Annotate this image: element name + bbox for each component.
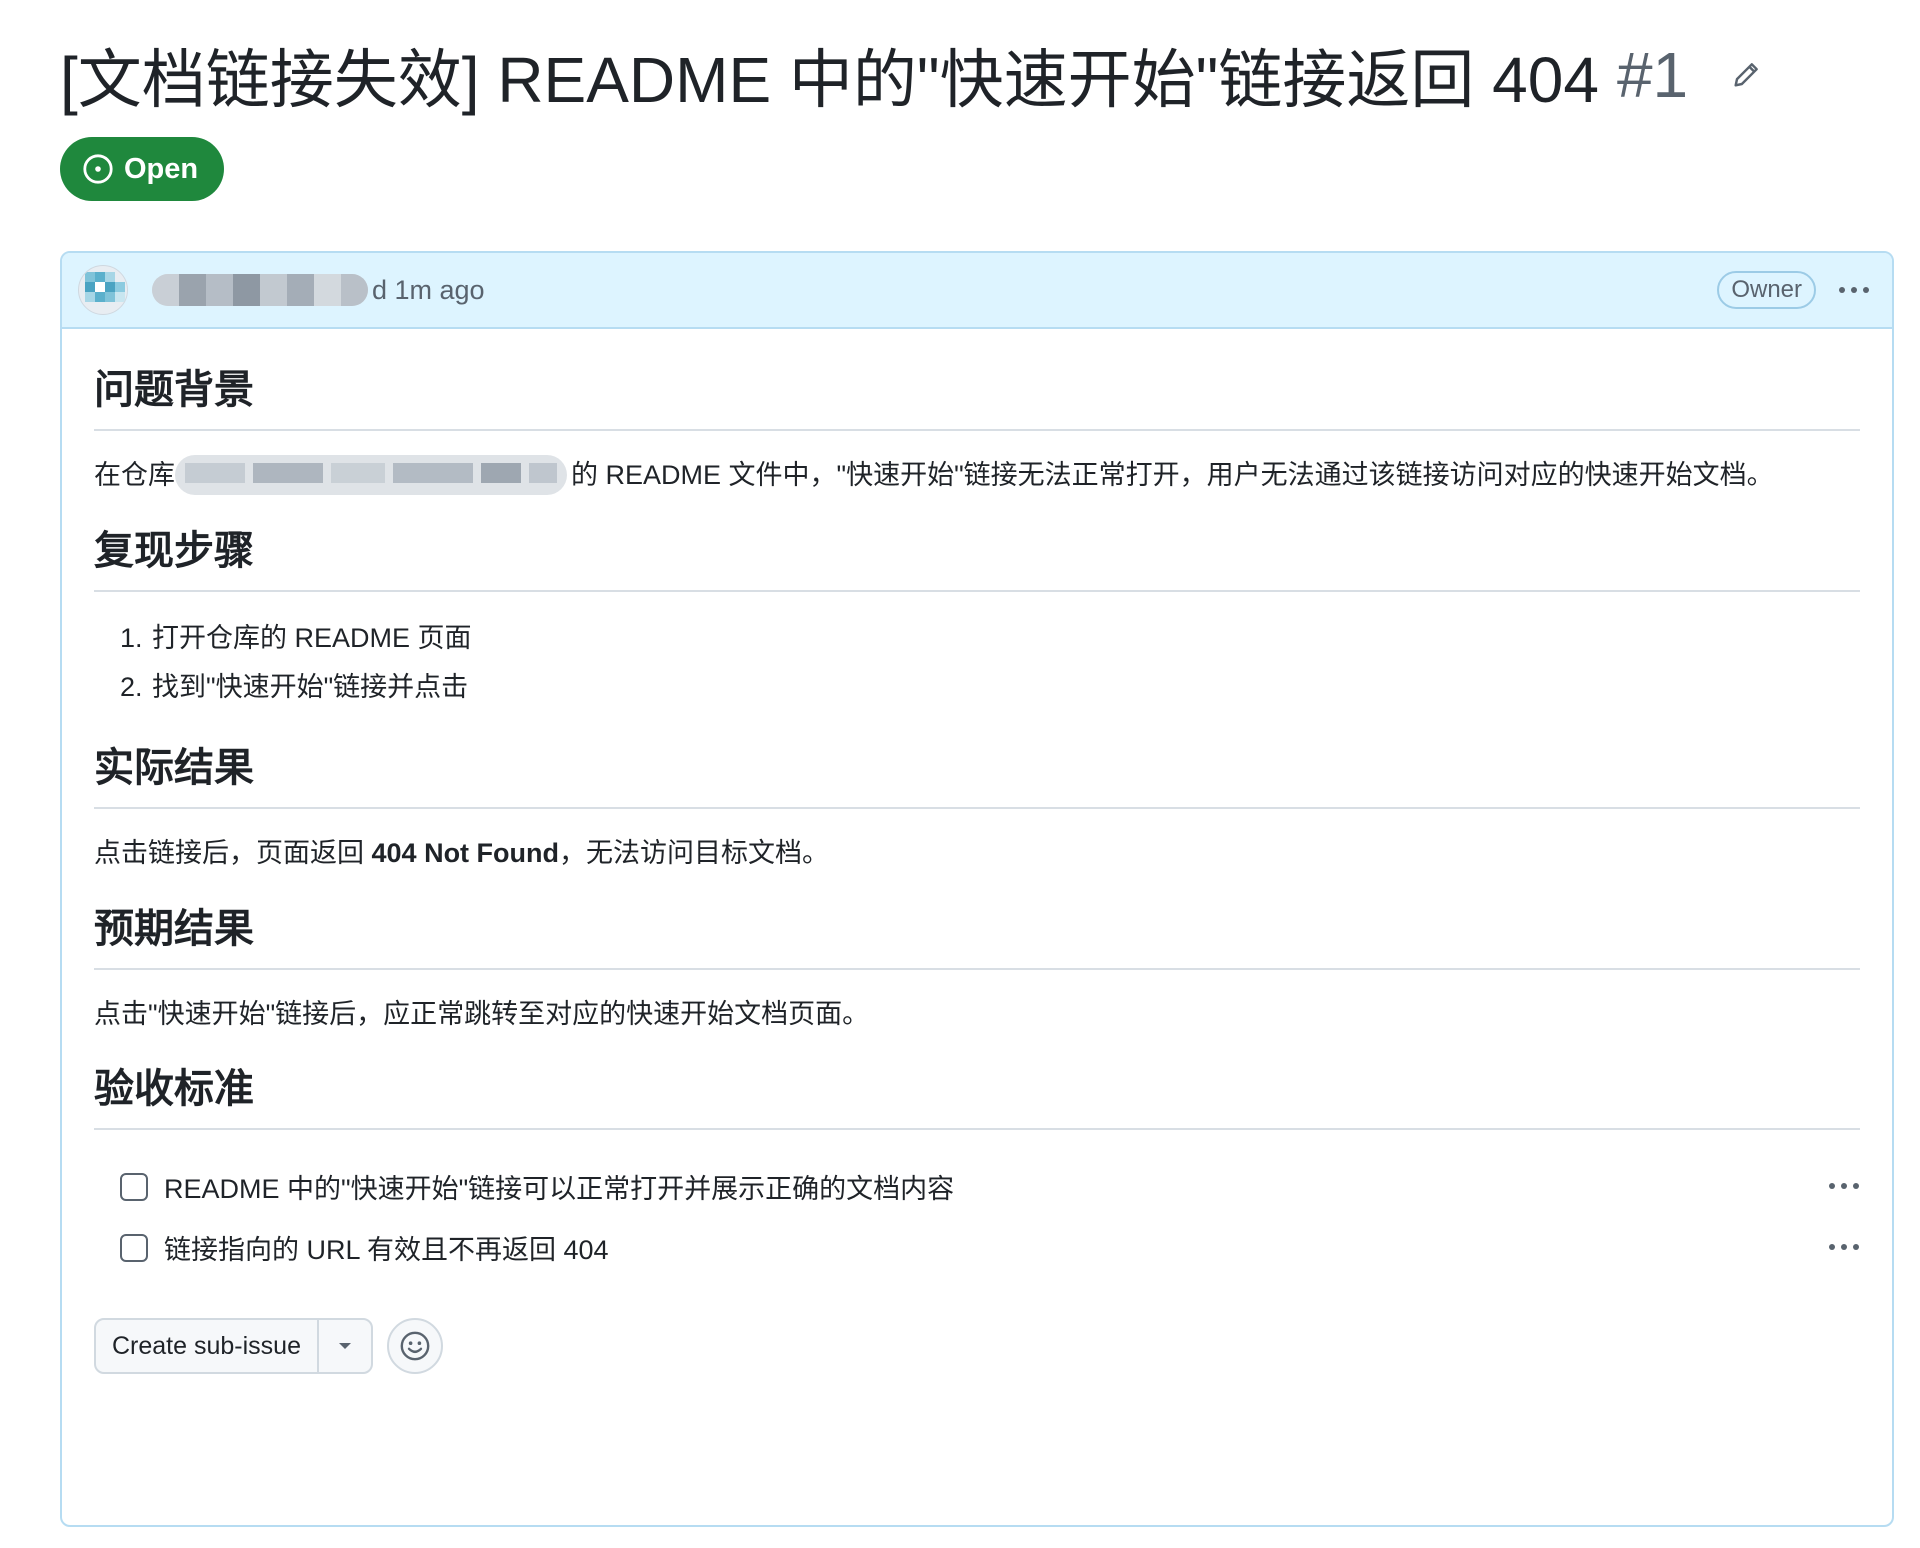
create-subissue-button[interactable]: Create sub-issue	[96, 1320, 319, 1373]
issue-state-row: Open	[60, 137, 1894, 260]
section-repro-steps: 复现步骤 打开仓库的 README 页面 找到"快速开始"链接并点击	[94, 526, 1860, 714]
section-actual-result: 实际结果 点击链接后，页面返回 404 Not Found，无法访问目标文档。	[94, 743, 1860, 874]
paragraph-bold-text: 404 Not Found	[371, 838, 560, 869]
section-paragraph: 在仓库 的 README 文件中，"快速开始"链接无法正常打开，用户无法通过该链接…	[94, 454, 1860, 496]
issue-title-row: [文档链接失效] README 中的"快速开始"链接返回 404 #1	[60, 0, 1894, 150]
section-heading: 实际结果	[94, 743, 1860, 810]
comment-header: d 1m ago Owner	[62, 253, 1892, 329]
edit-title-button[interactable]	[1724, 53, 1768, 97]
issue-opened-icon	[83, 154, 113, 184]
issue-number: #1	[1616, 39, 1689, 111]
task-menu-button[interactable]	[1822, 1229, 1866, 1265]
list-item: 打开仓库的 README 页面	[150, 614, 1860, 664]
kebab-horizontal-icon	[1839, 287, 1869, 293]
section-paragraph: 点击链接后，页面返回 404 Not Found，无法访问目标文档。	[94, 833, 1860, 874]
paragraph-text: 在仓库	[94, 460, 175, 490]
comment-menu-button[interactable]	[1832, 272, 1876, 308]
section-background: 问题背景 在仓库 的 README 文件中，"快速开始"链接无法正常打开，用户无法…	[94, 365, 1860, 496]
section-heading: 验收标准	[94, 1064, 1860, 1131]
list-item: 找到"快速开始"链接并点击	[150, 663, 1860, 713]
comment-timestamp[interactable]: d 1m ago	[372, 275, 485, 306]
issue-title: [文档链接失效] README 中的"快速开始"链接返回 404	[60, 44, 1599, 116]
task-label: 链接指向的 URL 有效且不再返回 404	[164, 1235, 609, 1266]
task-menu-button[interactable]	[1822, 1168, 1866, 1204]
avatar[interactable]	[78, 265, 128, 315]
section-paragraph: 点击"快速开始"链接后，应正常跳转至对应的快速开始文档页面。	[94, 998, 870, 1029]
task-list: README 中的"快速开始"链接可以正常打开并展示正确的文档内容 链接指向的 …	[94, 1156, 1860, 1278]
paragraph-text: 点击链接后，页面返回	[94, 838, 372, 869]
state-badge: Open	[60, 137, 225, 201]
paragraph-text: 的 README 文件中，"快速开始"链接无法正常打开，用户无法通过该链接访问对…	[571, 460, 1774, 490]
task-checkbox[interactable]	[120, 1172, 148, 1201]
section-heading: 问题背景	[94, 365, 1860, 431]
section-heading: 预期结果	[94, 904, 1860, 970]
issue-comment: d 1m ago Owner 问题背景 在仓库 的 README 文件中，"快速开…	[60, 251, 1894, 1527]
kebab-horizontal-icon	[1829, 1183, 1859, 1190]
smiley-icon	[400, 1331, 430, 1361]
create-subissue-group: Create sub-issue	[94, 1318, 373, 1375]
paragraph-text: ，无法访问目标文档。	[559, 838, 830, 869]
author-name-redacted	[152, 274, 368, 306]
task-label: README 中的"快速开始"链接可以正常打开并展示正确的文档内容	[164, 1174, 955, 1205]
add-reaction-button[interactable]	[386, 1318, 443, 1375]
task-list-item: README 中的"快速开始"链接可以正常打开并展示正确的文档内容	[94, 1156, 1860, 1217]
comment-header-actions: Owner	[1717, 271, 1876, 309]
steps-list: 打开仓库的 README 页面 找到"快速开始"链接并点击	[94, 614, 1860, 714]
section-acceptance-criteria: 验收标准 README 中的"快速开始"链接可以正常打开并展示正确的文档内容 链…	[94, 1064, 1860, 1278]
comment-body: 问题背景 在仓库 的 README 文件中，"快速开始"链接无法正常打开，用户无法…	[62, 329, 1892, 1375]
section-expected-result: 预期结果 点击"快速开始"链接后，应正常跳转至对应的快速开始文档页面。	[94, 904, 1860, 1035]
triangle-down-icon	[338, 1343, 351, 1350]
task-list-item: 链接指向的 URL 有效且不再返回 404	[94, 1217, 1860, 1278]
task-checkbox[interactable]	[120, 1233, 148, 1262]
create-subissue-dropdown[interactable]	[319, 1320, 371, 1372]
section-heading: 复现步骤	[94, 526, 1860, 592]
issue-page: [文档链接失效] README 中的"快速开始"链接返回 404 #1 Open	[0, 0, 1920, 1548]
repository-name-redacted	[175, 454, 567, 495]
kebab-horizontal-icon	[1829, 1244, 1859, 1251]
pencil-icon	[1734, 63, 1759, 87]
owner-badge: Owner	[1717, 271, 1816, 309]
comment-footer: Create sub-issue	[94, 1318, 1860, 1375]
state-label: Open	[124, 152, 199, 185]
